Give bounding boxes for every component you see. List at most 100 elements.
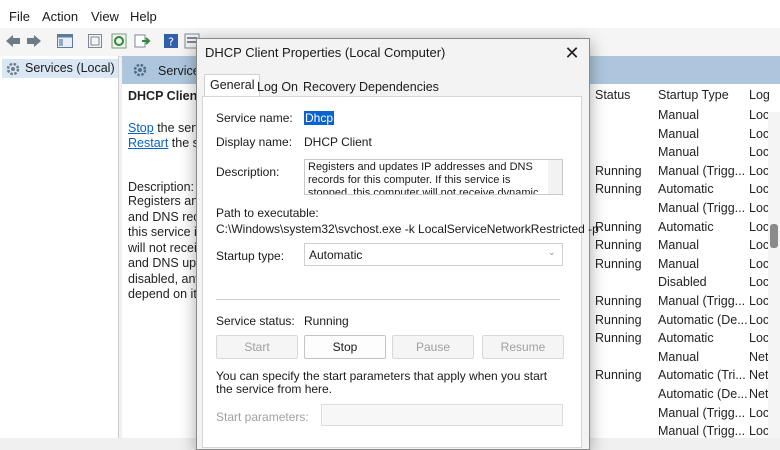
row-status-cell[interactable]: Running [595, 294, 642, 308]
gear-icon [133, 63, 147, 77]
tree-pane: Services (Local) [0, 56, 119, 438]
scrollbar-thumb[interactable] [770, 224, 778, 248]
description-line: this service is [128, 225, 204, 239]
row-startup-cell[interactable]: Automatic [658, 220, 714, 234]
service-name-value[interactable]: Dhcp [304, 111, 335, 125]
menu-action[interactable]: Action [42, 9, 78, 24]
row-logon-cell[interactable]: Loc [749, 145, 769, 159]
row-logon-cell[interactable]: Loc [749, 220, 769, 234]
close-button[interactable]: ✕ [559, 41, 585, 65]
path-label: Path to executable: [216, 206, 319, 220]
back-arrow-icon[interactable] [4, 32, 22, 50]
resume-button[interactable]: Resume [482, 335, 564, 359]
row-logon-cell[interactable]: Net [749, 368, 768, 382]
description-line: and DNS reco [128, 209, 207, 224]
row-logon-cell[interactable]: Loc [749, 182, 769, 196]
row-logon-cell[interactable]: Loc [749, 313, 769, 327]
row-startup-cell[interactable]: Manual [658, 145, 699, 159]
description-textbox[interactable]: Registers and updates IP addresses and D… [304, 159, 563, 195]
row-status-cell[interactable]: Running [595, 238, 642, 252]
row-logon-cell[interactable]: Net [749, 387, 768, 401]
separator [216, 299, 560, 300]
row-startup-cell[interactable]: Automatic (De... [658, 387, 748, 401]
row-logon-cell[interactable]: Loc [749, 127, 769, 141]
row-status-cell[interactable]: Running [595, 164, 642, 178]
chevron-down-icon: ⌄ [548, 247, 556, 257]
restart-service-link[interactable]: Restart [128, 136, 168, 150]
start-params-input[interactable] [321, 404, 563, 426]
help-icon[interactable]: ? [162, 32, 180, 50]
row-logon-cell[interactable]: Loc [749, 424, 769, 438]
export-list-icon[interactable] [133, 32, 151, 50]
row-status-cell[interactable]: Running [595, 313, 642, 327]
row-logon-cell[interactable]: Loc [749, 406, 769, 420]
row-status-cell[interactable]: Running [595, 257, 642, 271]
refresh-icon[interactable] [110, 32, 128, 50]
path-value: C:\Windows\system32\svchost.exe -k Local… [216, 222, 599, 236]
row-status-cell[interactable]: Running [595, 182, 642, 196]
row-status-cell[interactable]: Running [595, 220, 642, 234]
row-startup-cell[interactable]: Manual [658, 350, 699, 364]
forward-arrow-icon[interactable] [25, 32, 43, 50]
startup-type-label: Startup type: [216, 249, 285, 263]
row-startup-cell[interactable]: Automatic (Tri... [658, 368, 746, 382]
row-startup-cell[interactable]: Manual [658, 108, 699, 122]
row-startup-cell[interactable]: Automatic [658, 331, 714, 345]
row-startup-cell[interactable]: Disabled [658, 275, 707, 289]
row-startup-cell[interactable]: Manual (Trigg... [658, 164, 745, 178]
row-logon-cell[interactable]: Loc [749, 201, 769, 215]
general-tab-panel: Service name: Dhcp Display name: DHCP Cl… [202, 96, 599, 448]
description-line: Registers and [128, 194, 206, 208]
row-startup-cell[interactable]: Manual (Trigg... [658, 406, 745, 420]
row-logon-cell[interactable]: Loc [749, 294, 769, 308]
tab-dependencies[interactable]: Dependencies [354, 77, 444, 97]
menu-help[interactable]: Help [130, 9, 157, 24]
row-startup-cell[interactable]: Manual (Trigg... [658, 424, 745, 438]
service-title: DHCP Client [128, 89, 202, 103]
description-line: and DNS upd [128, 256, 204, 270]
stop-line-tail: the serv [153, 121, 202, 135]
stop-button[interactable]: Stop [304, 335, 386, 359]
list-view-icon[interactable] [86, 32, 104, 50]
tab-recovery[interactable]: Recovery [298, 77, 361, 97]
scrollbar[interactable] [768, 112, 780, 438]
pause-button[interactable]: Pause [392, 335, 474, 359]
tree-item-label: Services (Local) [25, 61, 115, 75]
description-scrollbar[interactable] [548, 160, 562, 194]
row-startup-cell[interactable]: Manual (Trigg... [658, 294, 745, 308]
row-startup-cell[interactable]: Manual [658, 238, 699, 252]
service-name-label: Service name: [216, 111, 293, 125]
row-status-cell[interactable]: Running [595, 331, 642, 345]
row-logon-cell[interactable]: Net [749, 350, 768, 364]
menu-view[interactable]: View [91, 9, 119, 24]
svg-text:?: ? [168, 36, 174, 49]
row-startup-cell[interactable]: Manual [658, 257, 699, 271]
row-logon-cell[interactable]: Loc [749, 331, 769, 345]
tab-log-on[interactable]: Log On [252, 77, 303, 97]
row-logon-cell[interactable]: Loc [749, 257, 769, 271]
service-status-label: Service status: [216, 314, 295, 328]
menu-file[interactable]: File [9, 9, 30, 24]
row-logon-cell[interactable]: Loc [749, 238, 769, 252]
row-logon-cell[interactable]: Loc [749, 275, 769, 289]
gear-icon [6, 62, 20, 76]
row-startup-cell[interactable]: Automatic (De... [658, 313, 748, 327]
description-line: depend on it [128, 287, 197, 301]
display-name-label: Display name: [216, 135, 293, 149]
row-logon-cell[interactable]: Loc [749, 164, 769, 178]
stop-service-link[interactable]: Stop [128, 121, 154, 135]
display-name-value: DHCP Client [304, 135, 372, 149]
column-header-logon[interactable]: Log [749, 88, 770, 102]
row-startup-cell[interactable]: Automatic [658, 182, 714, 196]
row-status-cell[interactable]: Running [595, 368, 642, 382]
column-header-startup-type[interactable]: Startup Type [658, 88, 729, 102]
show-hide-tree-icon[interactable] [56, 32, 74, 50]
start-button[interactable]: Start [216, 335, 298, 359]
startup-type-select[interactable]: Automatic ⌄ [304, 243, 563, 266]
row-logon-cell[interactable]: Loc [749, 108, 769, 122]
startup-type-value: Automatic [309, 248, 363, 262]
row-startup-cell[interactable]: Manual [658, 127, 699, 141]
tree-item-services-local[interactable]: Services (Local) [2, 59, 118, 78]
column-header-status[interactable]: Status [595, 88, 630, 102]
row-startup-cell[interactable]: Manual (Trigg... [658, 201, 745, 215]
